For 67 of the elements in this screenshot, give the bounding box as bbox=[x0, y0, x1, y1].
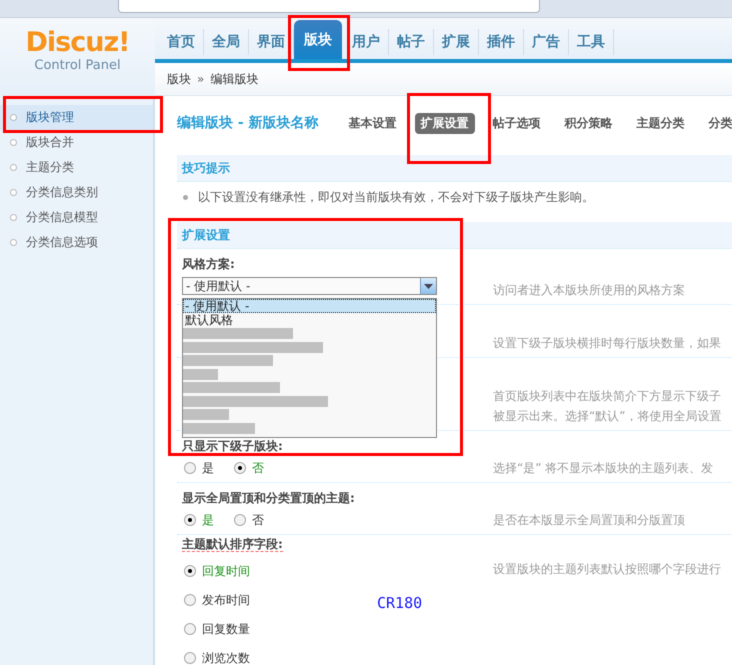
radio-button[interactable] bbox=[184, 652, 196, 664]
setting-description: 访问者进入本版块所使用的风格方案 bbox=[493, 282, 685, 299]
setting-description: 首页版块列表中在版块简介下方显示下级子 bbox=[493, 388, 722, 405]
logo-subtitle: Control Panel bbox=[34, 58, 121, 74]
tip-text: 以下设置没有继承性，即仅对当前版块有效，不会对下级子版块产生影响。 bbox=[198, 188, 594, 206]
highlight-frame bbox=[288, 15, 350, 71]
settings-tab[interactable]: 帖子选项 bbox=[486, 112, 547, 134]
sidebar-item[interactable]: 分类信息选项 bbox=[0, 230, 153, 255]
dropdown-option[interactable]: - 使用默认 - bbox=[183, 299, 436, 313]
dropdown-option[interactable]: 默认风格 bbox=[183, 313, 436, 327]
radio-label: 发布时间 bbox=[202, 593, 250, 607]
radio-button[interactable] bbox=[184, 462, 196, 474]
settings-tab[interactable]: 分类 bbox=[702, 112, 732, 134]
setting-description: 选择“是” 将不显示本版块的主题列表、发 bbox=[493, 460, 714, 477]
setting-label: 显示全局置顶和分类置顶的主题: bbox=[182, 491, 355, 505]
redaction-bar bbox=[183, 422, 255, 434]
settings-tab[interactable]: 积分策略 bbox=[558, 112, 619, 134]
bullet-icon bbox=[183, 194, 188, 200]
nav-tab[interactable]: 用户 bbox=[344, 29, 389, 55]
sidebar-item[interactable]: 版块管理 bbox=[0, 105, 153, 130]
breadcrumb-current: 编辑版块 bbox=[210, 70, 258, 88]
radio-label: 否 bbox=[252, 513, 264, 527]
radio-button[interactable] bbox=[234, 462, 246, 474]
radio-label: 回复数量 bbox=[202, 622, 250, 636]
redaction-bar bbox=[183, 409, 229, 420]
style-select[interactable]: - 使用默认 - bbox=[182, 277, 437, 295]
settings-tab[interactable]: 基本设置 bbox=[342, 112, 403, 134]
breadcrumb-link[interactable]: 版块 bbox=[167, 70, 191, 88]
breadcrumb-separator: » bbox=[197, 72, 204, 86]
logo-text: Discuz! bbox=[26, 27, 130, 58]
radio-button[interactable] bbox=[234, 514, 246, 526]
page-title: 编辑版块 - 新版块名称 bbox=[177, 114, 319, 132]
nav-tab[interactable]: 扩展 bbox=[434, 29, 479, 55]
radio-button[interactable] bbox=[184, 594, 196, 606]
sidebar-item[interactable]: 分类信息类别 bbox=[0, 180, 153, 205]
nav-tab[interactable]: 插件 bbox=[479, 29, 524, 55]
setting-label: 主题默认排序字段: bbox=[182, 537, 283, 552]
nav-tab[interactable]: 工具 bbox=[569, 29, 614, 55]
setting-label: 只显示下级子版块: bbox=[182, 439, 283, 453]
settings-tab[interactable]: 扩展设置 bbox=[414, 112, 475, 134]
address-field[interactable] bbox=[118, 0, 540, 13]
section-title: 扩展设置 bbox=[182, 226, 230, 244]
nav-tab[interactable]: 全局 bbox=[204, 29, 249, 55]
nav-tab[interactable]: 首页 bbox=[159, 29, 204, 55]
nav-tab[interactable]: 广告 bbox=[524, 29, 569, 55]
setting-description: 是否在本版显示全局置顶和分版置顶 bbox=[493, 512, 685, 529]
radio-label: 浏览次数 bbox=[202, 651, 250, 665]
redaction-bar bbox=[183, 368, 218, 380]
radio-button[interactable] bbox=[184, 565, 196, 577]
setting-label: 风格方案: bbox=[182, 257, 235, 271]
radio-label: 否 bbox=[252, 461, 264, 475]
setting-description: 设置版块的主题列表默认按照哪个字段进行 bbox=[493, 561, 721, 578]
nav-tab[interactable]: 帖子 bbox=[389, 29, 434, 55]
radio-label: 回复时间 bbox=[202, 564, 250, 578]
nav-tab[interactable]: 版块 bbox=[294, 20, 342, 59]
radio-label: 是 bbox=[202, 461, 214, 475]
section-title: 技巧提示 bbox=[182, 160, 230, 176]
setting-description: 被显示出来。选择“默认”，将使用全局设置 bbox=[493, 408, 722, 425]
sidebar-item[interactable]: 版块合并 bbox=[0, 130, 153, 155]
radio-button[interactable] bbox=[184, 623, 196, 635]
radio-label: 是 bbox=[202, 513, 214, 527]
radio-button[interactable] bbox=[184, 514, 196, 526]
settings-tab[interactable]: 主题分类 bbox=[630, 112, 691, 134]
sidebar-item[interactable]: 分类信息模型 bbox=[0, 205, 153, 230]
setting-description: 设置下级子版块横排时每行版块数量，如果 bbox=[493, 335, 721, 352]
annotation-text: CR180 bbox=[377, 594, 422, 612]
sidebar-item[interactable]: 主题分类 bbox=[0, 155, 153, 180]
